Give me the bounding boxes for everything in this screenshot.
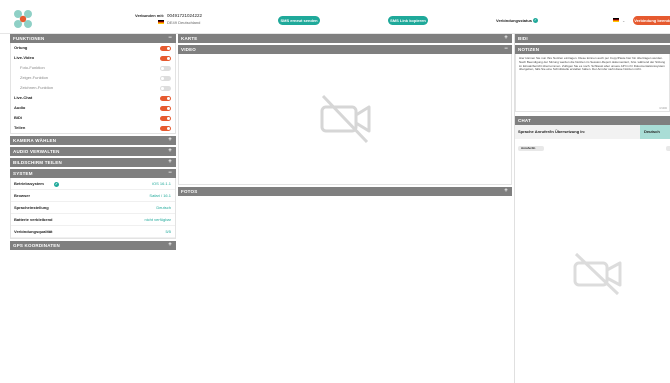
feature-live-chat: Live-Chat [11, 93, 175, 103]
end-connection-button[interactable]: Verbindung beenden [633, 16, 670, 25]
country-label: DE49 Deutschland [167, 20, 201, 25]
video-off-icon [320, 94, 371, 144]
left-sidebar: FUNKTIONEN − Ortung Live-Video Foto-Funkt… [10, 34, 176, 250]
system-row-battery: Batterie verbleibend nicht verfügbar [11, 214, 175, 226]
collapse-icon[interactable]: − [504, 45, 508, 54]
toggle-live-video[interactable] [160, 55, 171, 61]
germany-flag-icon [158, 20, 164, 24]
toggle-ortung[interactable] [160, 45, 171, 51]
language-select[interactable]: Deutsch [640, 125, 670, 139]
chat-header[interactable]: CHAT [515, 116, 670, 125]
feature-zeichnen: Zeichnen-Funktion [11, 83, 175, 93]
funktionen-panel: Ortung Live-Video Foto-Funktion Zeiger-F… [10, 43, 176, 134]
phone-number: 00491721024222 [167, 13, 203, 18]
fotos-header[interactable]: FOTOS + [178, 187, 512, 196]
collapse-icon[interactable]: − [168, 169, 172, 178]
funktionen-header[interactable]: FUNKTIONEN − [10, 34, 176, 43]
copy-link-button[interactable]: SMS Link kopieren [388, 16, 428, 25]
video-off-icon [573, 252, 622, 296]
notizen-header[interactable]: NOTIZEN [515, 45, 670, 54]
feature-zeiger: Zeiger-Funktion [11, 73, 175, 83]
top-bar: Verbunden mit: 00491721024222 DE49 Deuts… [0, 0, 670, 34]
feature-bidi: BiDi [11, 113, 175, 123]
expand-icon[interactable]: + [504, 34, 508, 43]
feature-live-video: Live-Video [11, 53, 175, 63]
expand-icon[interactable]: + [168, 147, 172, 156]
karte-header[interactable]: KARTE + [178, 34, 512, 43]
status-check-icon: ✓ [533, 17, 538, 23]
feature-audio: Audio [11, 103, 175, 113]
agent-chip [666, 146, 670, 151]
anrufer-chip: Anrufer/In [518, 146, 544, 151]
chat-language-row: Sprache Anrufer/In Übersetzung In: Deuts… [515, 125, 670, 139]
video-header[interactable]: VIDEO − [178, 45, 512, 54]
system-row-quality: Verbindungsqualität 5/5 [11, 226, 175, 238]
gps-header[interactable]: GPS KOORDINATEN + [10, 241, 176, 250]
collapse-icon[interactable]: − [168, 34, 172, 43]
system-row-language: Spracheinstellung Deutsch [11, 202, 175, 214]
notes-panel[interactable]: Hier können Sie nun Ihre Notizen eintrag… [515, 54, 670, 112]
audio-header[interactable]: AUDIO VERWALTEN + [10, 147, 176, 156]
video-panel [178, 54, 512, 185]
toggle-zeichnen[interactable] [160, 85, 171, 91]
toggle-zeiger[interactable] [160, 75, 171, 81]
system-row-browser: Browser Safari / 16.1 [11, 190, 175, 202]
right-column: BIDI NOTIZEN Hier können Sie nun Ihre No… [515, 34, 670, 296]
kamera-header[interactable]: KAMERA WÄHLEN + [10, 136, 176, 145]
app-logo-icon [14, 10, 32, 28]
toggle-live-chat[interactable] [160, 95, 171, 101]
notes-textarea[interactable]: Hier können Sie nun Ihre Notizen eintrag… [516, 54, 669, 75]
sms-resend-button[interactable]: SMS erneut senden [278, 16, 320, 25]
connection-status-label: Verbindungsstatus [496, 18, 533, 23]
system-row-os: Betriebssystem ✓ iOS 16.1.1 [11, 178, 175, 190]
toggle-teilen[interactable] [160, 125, 171, 131]
connected-label: Verbunden mit: [135, 13, 165, 18]
toggle-bidi[interactable] [160, 115, 171, 121]
expand-icon[interactable]: + [504, 187, 508, 196]
chevron-down-icon[interactable]: ⌄ [622, 18, 625, 23]
bildschirm-header[interactable]: BILDSCHIRM TEILEN + [10, 158, 176, 167]
system-panel: Betriebssystem ✓ iOS 16.1.1 Browser Safari … [10, 178, 176, 239]
feature-teilen: Teilen [11, 123, 175, 133]
expand-icon[interactable]: + [168, 158, 172, 167]
toggle-audio[interactable] [160, 105, 171, 111]
language-flag-icon[interactable] [613, 18, 619, 22]
center-column: KARTE + VIDEO − FOTOS + [178, 34, 512, 196]
feature-foto: Foto-Funktion [11, 63, 175, 73]
expand-icon[interactable]: + [168, 136, 172, 145]
toggle-foto[interactable] [160, 65, 171, 71]
bidi-header[interactable]: BIDI [515, 34, 670, 43]
system-header[interactable]: SYSTEM − [10, 169, 176, 178]
feature-ortung: Ortung [11, 43, 175, 53]
notes-count: 0/1000 [659, 107, 667, 110]
expand-icon[interactable]: + [168, 241, 172, 250]
os-check-icon: ✓ [54, 181, 59, 187]
